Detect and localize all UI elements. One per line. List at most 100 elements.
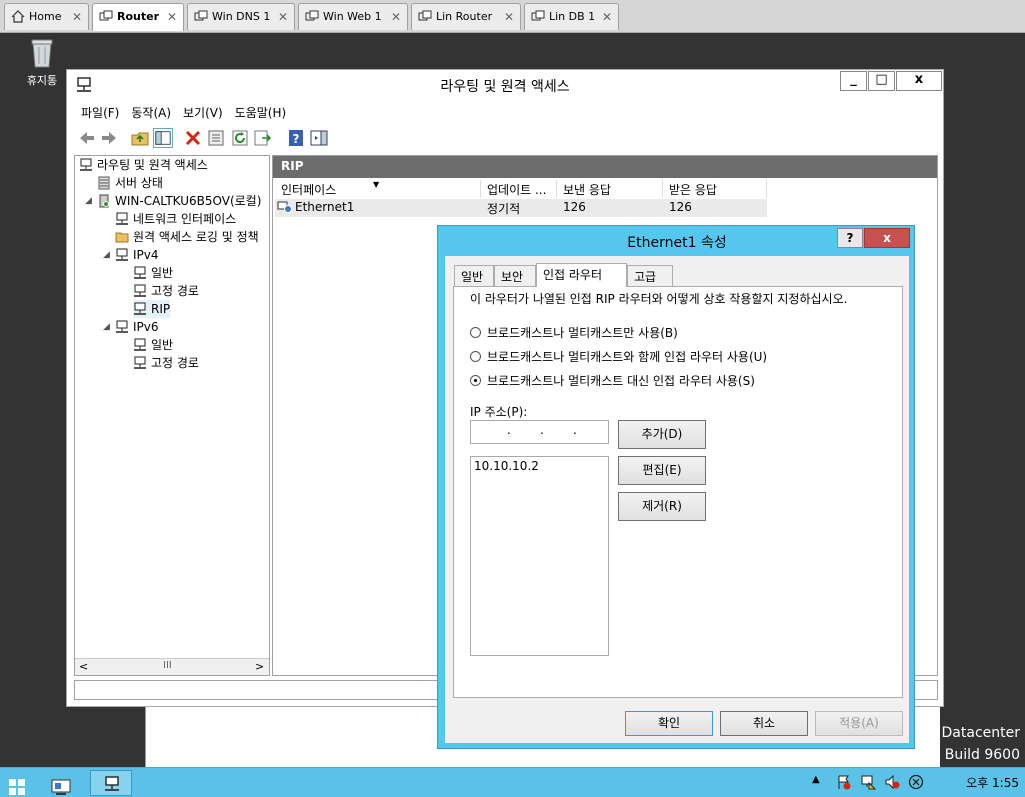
radio-broadcast-only[interactable]: 브로드캐스트나 멀티캐스트만 사용(B) <box>470 324 678 341</box>
radio-neighbors-instead[interactable]: 브로드캐스트나 멀티캐스트 대신 인접 라우터 사용(S) <box>470 372 755 389</box>
radio-button[interactable] <box>470 351 481 362</box>
list-item[interactable]: 10.10.10.2 <box>474 459 539 473</box>
remove-button[interactable]: 제거(R) <box>618 492 706 521</box>
tree-label: 일반 <box>151 266 174 280</box>
host-tab-home[interactable]: Home ✕ <box>4 3 89 30</box>
export-list-icon[interactable] <box>253 128 273 148</box>
host-tab-win-dns-1[interactable]: Win DNS 1 ✕ <box>187 3 295 30</box>
scroll-right-icon[interactable]: > <box>255 660 264 673</box>
ip-dot: . <box>540 423 544 437</box>
refresh-icon[interactable] <box>230 128 250 148</box>
taskbar-clock[interactable]: 오후 1:55 <box>966 774 1019 791</box>
start-button[interactable] <box>8 774 26 797</box>
host-tab-router[interactable]: Router ✕ <box>92 3 184 31</box>
apply-button[interactable]: 적용(A) <box>815 711 903 736</box>
menu-help[interactable]: 도움말(H) <box>229 101 293 124</box>
radio-button[interactable] <box>470 327 481 338</box>
ip-address-input[interactable]: . . . <box>470 420 609 444</box>
column-update[interactable]: 업데이트 ... <box>481 180 557 198</box>
menu-view[interactable]: 보기(V) <box>177 101 229 124</box>
action-pane-icon[interactable] <box>309 128 329 148</box>
collapse-icon[interactable]: ◢ <box>103 250 110 260</box>
taskbar-rras-button[interactable] <box>90 770 132 796</box>
rras-icon <box>105 776 119 791</box>
row-interface-cell: Ethernet1 <box>275 199 360 217</box>
neighbor-ip-list[interactable]: 10.10.10.2 <box>470 456 609 656</box>
back-arrow-icon[interactable] <box>77 128 97 148</box>
tree-label: 라우팅 및 원격 액세스 <box>97 158 208 172</box>
recycle-bin-label: 휴지통 <box>26 74 58 87</box>
show-hide-tree-icon[interactable] <box>153 128 173 148</box>
column-interface[interactable]: 인터페이스 ▼ <box>275 180 481 198</box>
tab-advanced[interactable]: 고급 <box>627 265 673 286</box>
menu-file[interactable]: 파일(F) <box>75 101 125 124</box>
radio-broadcast-with-neighbors[interactable]: 브로드캐스트나 멀티캐스트와 함께 인접 라우터 사용(U) <box>470 348 767 365</box>
forward-arrow-icon[interactable] <box>99 128 119 148</box>
volume-muted-icon[interactable] <box>884 774 900 790</box>
tab-general[interactable]: 일반 <box>454 265 494 286</box>
close-icon[interactable]: ✕ <box>602 4 612 30</box>
tree-item-server-status[interactable]: 서버 상태 <box>97 174 163 192</box>
close-button[interactable]: x <box>864 228 910 248</box>
help-button[interactable]: ? <box>837 228 863 248</box>
network-warning-icon[interactable] <box>860 774 876 790</box>
tab-neighbor-routers[interactable]: 인접 라우터 <box>536 263 627 287</box>
table-row[interactable]: Ethernet1 정기적 126 126 <box>275 199 767 217</box>
host-tab-lin-router[interactable]: Lin Router ✕ <box>411 3 521 30</box>
tree-item-ipv4-general[interactable]: 일반 <box>133 264 173 282</box>
minimize-button[interactable]: _ <box>840 71 867 91</box>
menu-action[interactable]: 동작(A) <box>125 101 177 124</box>
ip-dot: . <box>507 423 511 437</box>
dialog-body: 일반 보안 인접 라우터 고급 이 라우터가 나열된 인접 RIP 라우터와 어… <box>445 256 909 743</box>
host-tab-win-web-1[interactable]: Win Web 1 ✕ <box>298 3 408 30</box>
close-circle-icon[interactable] <box>908 774 924 790</box>
tree-label: 서버 상태 <box>115 176 163 190</box>
ok-button[interactable]: 확인 <box>625 711 713 736</box>
recycle-bin[interactable]: 휴지통 <box>20 37 64 88</box>
host-tab-lin-db-1[interactable]: Lin DB 1 ✕ <box>524 3 619 30</box>
server-manager-icon[interactable] <box>50 774 72 797</box>
horizontal-scrollbar[interactable]: < III > <box>75 658 269 675</box>
edit-button[interactable]: 편집(E) <box>618 456 706 485</box>
vm-icon <box>418 10 432 21</box>
tree-item-ipv6-static-routes[interactable]: 고정 경로 <box>133 354 199 372</box>
tree-item-ipv6-general[interactable]: 일반 <box>133 336 173 354</box>
recycle-bin-icon <box>31 39 53 68</box>
tree-item-network-interfaces[interactable]: 네트워크 인터페이스 <box>115 210 236 228</box>
add-button[interactable]: 추가(D) <box>618 420 706 449</box>
collapse-icon[interactable]: ◢ <box>103 322 110 332</box>
maximize-button[interactable]: □ <box>868 71 895 91</box>
tree-item-ipv4-static-routes[interactable]: 고정 경로 <box>133 282 199 300</box>
tree-item-rip[interactable]: RIP <box>133 300 171 318</box>
tab-label: 보안 <box>501 270 524 284</box>
close-icon[interactable]: ✕ <box>391 4 401 30</box>
properties-icon[interactable] <box>206 128 226 148</box>
scroll-thumb[interactable]: III <box>163 660 172 671</box>
ipv4-icon <box>116 248 128 261</box>
close-icon[interactable]: ✕ <box>167 4 177 30</box>
host-tab-label: Router <box>117 10 160 23</box>
scroll-left-icon[interactable]: < <box>79 660 88 673</box>
tab-security[interactable]: 보안 <box>494 265 536 286</box>
delete-icon[interactable] <box>183 128 203 148</box>
cancel-button[interactable]: 취소 <box>720 711 808 736</box>
tray-overflow-icon[interactable]: ▲ <box>812 774 828 790</box>
close-icon[interactable]: ✕ <box>278 4 288 30</box>
tree-label: 네트워크 인터페이스 <box>133 212 237 226</box>
tree-item-rras-root[interactable]: 라우팅 및 원격 액세스 <box>79 156 208 174</box>
collapse-icon[interactable]: ◢ <box>85 196 92 206</box>
help-icon[interactable]: ? <box>286 128 306 148</box>
tree-item-ipv4[interactable]: IPv4 <box>115 246 159 264</box>
title-bar[interactable]: 라우팅 및 원격 액세스 _ □ x <box>67 70 943 100</box>
up-folder-icon[interactable] <box>130 128 150 148</box>
tree-item-remote-access-logging[interactable]: 원격 액세스 로깅 및 정책 <box>115 228 259 246</box>
column-sent[interactable]: 보낸 응답 <box>557 180 663 198</box>
action-center-flag-icon[interactable] <box>836 774 852 790</box>
tree-item-server[interactable]: WIN-CALTKU6B5OV(로컬) <box>97 192 261 210</box>
tree-item-ipv6[interactable]: IPv6 <box>115 318 159 336</box>
close-icon[interactable]: ✕ <box>72 4 82 30</box>
close-button[interactable]: x <box>896 71 942 91</box>
radio-button-selected[interactable] <box>470 375 481 386</box>
column-received[interactable]: 받은 응답 <box>663 180 767 198</box>
close-icon[interactable]: ✕ <box>504 4 514 30</box>
